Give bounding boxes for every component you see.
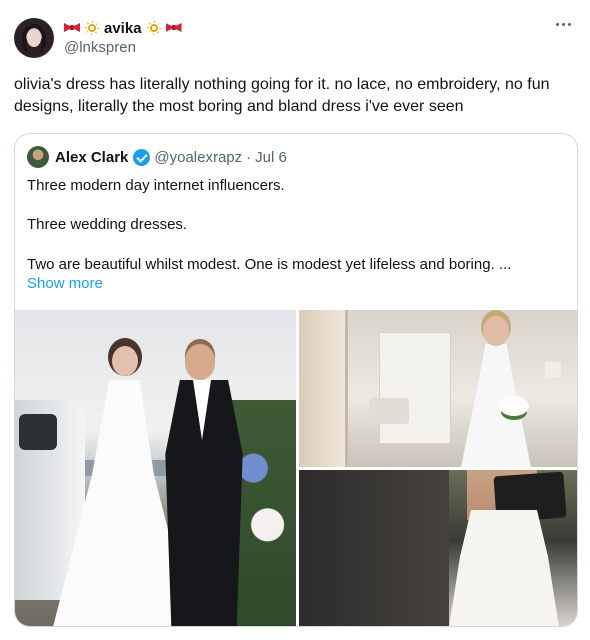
photo-bouquet	[499, 396, 529, 416]
quoted-handle[interactable]: @yoalexrapz	[154, 149, 242, 166]
photo-door	[299, 310, 348, 467]
tweet: avika @lnkspren olivia's dress has liter…	[0, 0, 590, 640]
verified-badge-icon	[133, 148, 151, 166]
photo-groom-back	[299, 470, 449, 626]
author-avatar[interactable]	[14, 18, 54, 58]
photo-lamp	[545, 362, 561, 378]
separator-dot: ·	[246, 148, 252, 166]
quoted-date[interactable]: Jul 6	[255, 149, 287, 166]
wedding-photo-ceremony[interactable]	[299, 470, 577, 626]
quoted-line: Two are beautiful whilst modest. One is …	[27, 256, 512, 273]
author-name-row[interactable]: avika	[64, 18, 182, 38]
photo-armoire	[379, 332, 451, 444]
tweet-text: olivia's dress has literally nothing goi…	[14, 76, 550, 115]
wedding-photo-couple[interactable]	[15, 310, 296, 626]
photo-car-window	[19, 414, 57, 450]
show-more-link[interactable]: Show more	[27, 275, 103, 292]
more-options-icon[interactable]	[550, 14, 576, 34]
sun-icon	[146, 20, 162, 36]
quoted-display-name[interactable]: Alex Clark	[55, 149, 128, 166]
photo-groom-head	[185, 344, 215, 380]
quoted-media-grid	[15, 310, 577, 626]
wedding-photo-bride-room[interactable]	[299, 310, 577, 467]
author-display-name[interactable]: avika	[104, 20, 142, 37]
quoted-header: Alex Clark @yoalexrapz · Jul 6	[27, 146, 287, 168]
photo-bride-head	[112, 346, 138, 376]
photo-chair	[369, 398, 409, 424]
quoted-line: Three wedding dresses.	[27, 216, 188, 233]
author-handle[interactable]: @lnkspren	[64, 39, 136, 56]
avatar-face	[27, 30, 41, 47]
sun-icon	[84, 20, 100, 36]
photo-bride-head	[483, 316, 509, 346]
ribbon-icon	[166, 21, 182, 35]
photo-strapless-dress	[449, 510, 559, 626]
quoted-line: Three modern day internet influencers.	[27, 177, 285, 194]
ribbon-icon	[64, 21, 80, 35]
quoted-avatar[interactable]	[27, 146, 49, 168]
quoted-tweet[interactable]: Alex Clark @yoalexrapz · Jul 6 Three mod…	[14, 133, 578, 627]
